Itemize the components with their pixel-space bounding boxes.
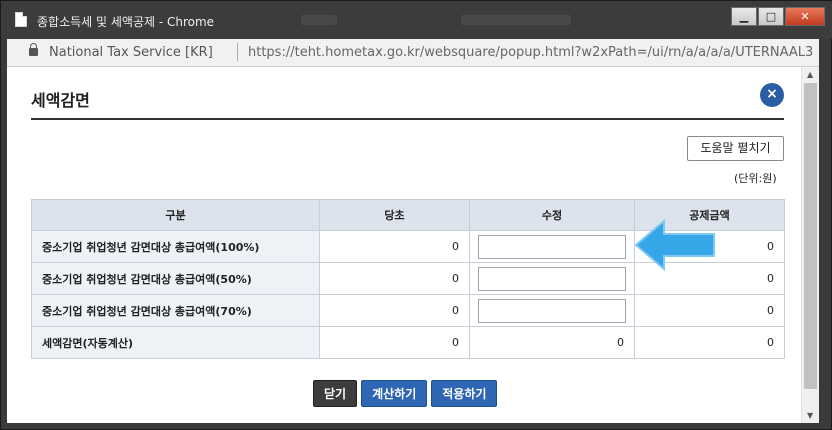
unit-label: (단위:원) — [734, 172, 777, 185]
modified-input[interactable] — [478, 298, 626, 323]
background-ghost — [301, 15, 337, 25]
apply-button[interactable]: 적용하기 — [431, 380, 498, 407]
close-icon[interactable]: × — [760, 83, 784, 107]
row-label: 중소기업 취업청년 감면대상 총급여액(50%) — [31, 262, 320, 295]
action-buttons: 닫기 계산하기 적용하기 — [313, 380, 498, 407]
modified-input[interactable] — [478, 234, 626, 259]
arrow-left-icon — [634, 219, 715, 271]
column-header: 당초 — [319, 199, 470, 231]
modified-value: 0 — [469, 326, 635, 359]
title-bar: 종합소득세 및 세액공제 - Chrome ▁ □ ✕ — [1, 1, 832, 39]
window-controls: ▁ □ ✕ — [731, 7, 825, 26]
scroll-up-icon[interactable]: ▲ — [807, 70, 813, 79]
address-bar[interactable]: National Tax Service [KR] https://teht.h… — [7, 39, 819, 67]
modified-cell — [469, 230, 635, 263]
popup-content: 세액감면 × 도움말 펼치기 (단위:원) 구분 당초 수정 공제금액 중소기업… — [7, 67, 801, 423]
scroll-down-icon[interactable]: ▼ — [807, 411, 813, 420]
site-identity[interactable]: National Tax Service [KR] — [49, 45, 213, 60]
vertical-scrollbar[interactable]: ▲ ▼ — [801, 67, 819, 423]
modified-cell — [469, 294, 635, 327]
deduction-value: 0 — [634, 326, 785, 359]
deduction-value: 0 — [634, 294, 785, 327]
page-title: 세액감면 — [31, 91, 90, 110]
column-header: 구분 — [31, 199, 320, 231]
background-ghost — [461, 15, 571, 25]
original-value: 0 — [319, 262, 470, 295]
help-expand-button[interactable]: 도움말 펼치기 — [687, 136, 784, 161]
original-value: 0 — [319, 326, 470, 359]
column-header: 수정 — [469, 199, 635, 231]
window-close-button[interactable]: ✕ — [785, 7, 825, 26]
row-label: 세액감면(자동계산) — [31, 326, 320, 359]
window-title: 종합소득세 및 세액공제 - Chrome — [37, 15, 215, 29]
title-divider — [31, 118, 784, 120]
modified-cell — [469, 262, 635, 295]
table-row: 세액감면(자동계산) 0 0 0 — [31, 326, 785, 359]
document-icon — [15, 12, 27, 27]
close-button[interactable]: 닫기 — [313, 380, 358, 407]
browser-window: 종합소득세 및 세액공제 - Chrome ▁ □ ✕ National Tax… — [0, 0, 832, 430]
scrollbar-thumb[interactable] — [804, 83, 817, 389]
url-text[interactable]: https://teht.hometax.go.kr/websquare/pop… — [248, 45, 813, 60]
table-row: 중소기업 취업청년 감면대상 총급여액(70%) 0 0 — [31, 294, 785, 327]
original-value: 0 — [319, 230, 470, 263]
modified-input[interactable] — [478, 266, 626, 291]
row-label: 중소기업 취업청년 감면대상 총급여액(100%) — [31, 230, 320, 263]
lock-icon — [29, 43, 38, 56]
calculate-button[interactable]: 계산하기 — [361, 380, 428, 407]
minimize-button[interactable]: ▁ — [731, 7, 757, 26]
maximize-button[interactable]: □ — [758, 7, 784, 26]
row-label: 중소기업 취업청년 감면대상 총급여액(70%) — [31, 294, 320, 327]
address-separator — [237, 43, 238, 61]
original-value: 0 — [319, 294, 470, 327]
